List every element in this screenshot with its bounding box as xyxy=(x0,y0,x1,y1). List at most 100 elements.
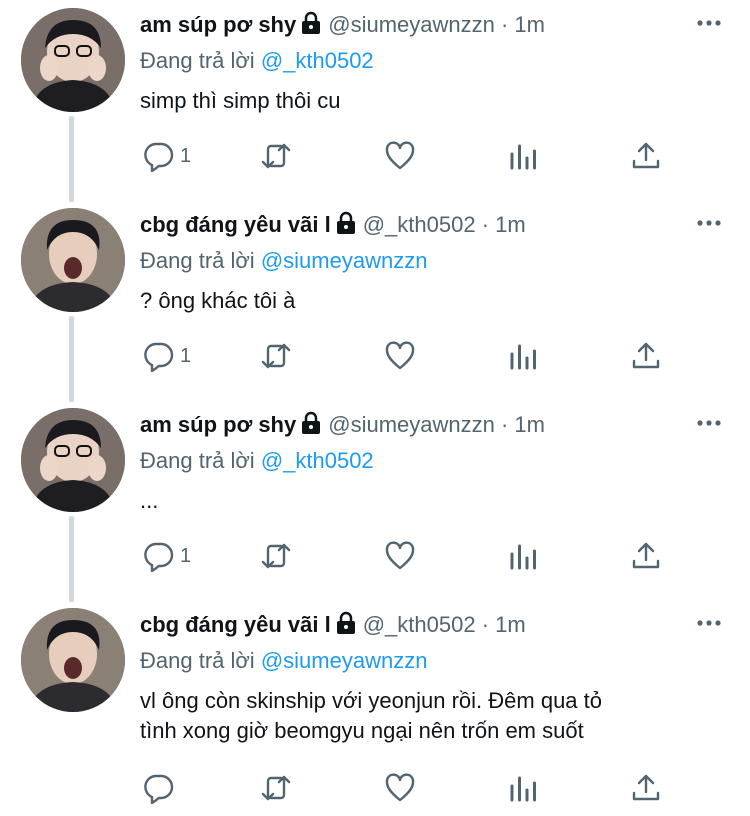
share-button[interactable] xyxy=(630,338,662,374)
action-bar: 1 xyxy=(140,538,680,574)
avatar[interactable] xyxy=(21,608,125,712)
mention-link[interactable]: @siumeyawnzzn xyxy=(261,648,428,673)
tweet-header: am súp pơ shy @siumeyawnzzn · 1m xyxy=(140,10,545,40)
replying-prefix: Đang trả lời xyxy=(140,448,261,473)
like-icon xyxy=(385,341,415,370)
reply-button[interactable] xyxy=(142,770,180,806)
share-button[interactable] xyxy=(630,138,662,174)
retweet-button[interactable] xyxy=(260,770,292,806)
tweet-text: vl ông còn skinship với yeonjun rồi. Đêm… xyxy=(140,686,730,746)
retweet-icon xyxy=(261,143,291,169)
reply-count: 1 xyxy=(180,144,192,167)
analytics-icon xyxy=(510,344,536,370)
like-button[interactable] xyxy=(384,770,416,806)
analytics-icon xyxy=(510,776,536,802)
tweet-header: cbg đáng yêu vãi l @_kth0502 · 1m xyxy=(140,610,526,640)
avatar[interactable] xyxy=(21,408,125,512)
separator-dot: · xyxy=(475,212,496,237)
reply-button[interactable]: 1 xyxy=(142,538,191,574)
display-name[interactable]: am súp pơ shy xyxy=(140,412,296,437)
avatar-image xyxy=(21,608,125,712)
reply-count: 1 xyxy=(180,544,192,567)
separator-dot: · xyxy=(494,412,515,437)
reply-icon xyxy=(144,542,174,572)
lock-icon xyxy=(336,611,355,634)
avatar[interactable] xyxy=(21,208,125,312)
avatar-image xyxy=(21,408,125,512)
share-button[interactable] xyxy=(630,770,662,806)
action-bar xyxy=(140,770,680,806)
reply-button[interactable]: 1 xyxy=(142,338,191,374)
tweet-text: ... xyxy=(140,488,159,513)
timestamp[interactable]: 1m xyxy=(495,212,526,237)
lock-icon xyxy=(336,211,355,234)
retweet-icon xyxy=(261,343,291,369)
tweet-header: am súp pơ shy @siumeyawnzzn · 1m xyxy=(140,410,545,440)
lock-icon xyxy=(302,411,321,434)
like-icon xyxy=(385,773,415,802)
share-icon xyxy=(632,774,660,801)
analytics-icon xyxy=(510,144,536,170)
tweet-header: cbg đáng yêu vãi l @_kth0502 · 1m xyxy=(140,210,526,240)
user-handle[interactable]: @_kth0502 xyxy=(363,212,476,237)
retweet-button[interactable] xyxy=(260,138,292,174)
more-icon[interactable] xyxy=(696,212,722,234)
more-icon[interactable] xyxy=(696,412,722,434)
display-name[interactable]: cbg đáng yêu vãi l xyxy=(140,612,331,637)
timestamp[interactable]: 1m xyxy=(514,12,545,37)
tweet-text: simp thì simp thôi cu xyxy=(140,88,341,113)
mention-link[interactable]: @_kth0502 xyxy=(261,48,374,73)
avatar-image xyxy=(21,8,125,112)
separator-dot: · xyxy=(494,12,515,37)
analytics-button[interactable] xyxy=(508,338,540,374)
analytics-button[interactable] xyxy=(508,138,540,174)
display-name[interactable]: am súp pơ shy xyxy=(140,12,296,37)
analytics-button[interactable] xyxy=(508,770,540,806)
tweet-text: ? ông khác tôi à xyxy=(140,288,296,313)
replying-prefix: Đang trả lời xyxy=(140,648,261,673)
like-icon xyxy=(385,541,415,570)
like-icon xyxy=(385,141,415,170)
tweet[interactable]: cbg đáng yêu vãi l @_kth0502 · 1m Đang tr… xyxy=(0,200,750,400)
replying-to: Đang trả lời @siumeyawnzzn xyxy=(140,246,427,276)
display-name[interactable]: cbg đáng yêu vãi l xyxy=(140,212,331,237)
tweet-text-line: tình xong giờ beomgyu ngại nên trốn em s… xyxy=(140,718,584,743)
reply-button[interactable]: 1 xyxy=(142,138,191,174)
more-icon[interactable] xyxy=(696,612,722,634)
share-icon xyxy=(632,142,660,169)
avatar[interactable] xyxy=(21,8,125,112)
timestamp[interactable]: 1m xyxy=(495,612,526,637)
retweet-icon xyxy=(261,543,291,569)
lock-icon xyxy=(302,11,321,34)
analytics-button[interactable] xyxy=(508,538,540,574)
share-icon xyxy=(632,342,660,369)
user-handle[interactable]: @_kth0502 xyxy=(363,612,476,637)
reply-count: 1 xyxy=(180,344,192,367)
tweet[interactable]: cbg đáng yêu vãi l @_kth0502 · 1m Đang tr… xyxy=(0,600,750,816)
timestamp[interactable]: 1m xyxy=(514,412,545,437)
replying-prefix: Đang trả lời xyxy=(140,48,261,73)
retweet-icon xyxy=(261,775,291,801)
tweet[interactable]: am súp pơ shy @siumeyawnzzn · 1m Đang trả… xyxy=(0,400,750,600)
reply-icon xyxy=(144,142,174,172)
avatar-image xyxy=(21,208,125,312)
user-handle[interactable]: @siumeyawnzzn xyxy=(328,12,495,37)
analytics-icon xyxy=(510,544,536,570)
share-button[interactable] xyxy=(630,538,662,574)
user-handle[interactable]: @siumeyawnzzn xyxy=(328,412,495,437)
like-button[interactable] xyxy=(384,538,416,574)
replying-to: Đang trả lời @siumeyawnzzn xyxy=(140,646,427,676)
replying-to: Đang trả lời @_kth0502 xyxy=(140,46,374,76)
retweet-button[interactable] xyxy=(260,538,292,574)
mention-link[interactable]: @siumeyawnzzn xyxy=(261,248,428,273)
retweet-button[interactable] xyxy=(260,338,292,374)
replying-prefix: Đang trả lời xyxy=(140,248,261,273)
action-bar: 1 xyxy=(140,138,680,174)
mention-link[interactable]: @_kth0502 xyxy=(261,448,374,473)
tweet[interactable]: am súp pơ shy @siumeyawnzzn · 1m Đang trả… xyxy=(0,0,750,200)
like-button[interactable] xyxy=(384,138,416,174)
replying-to: Đang trả lời @_kth0502 xyxy=(140,446,374,476)
reply-icon xyxy=(144,342,174,372)
more-icon[interactable] xyxy=(696,12,722,34)
like-button[interactable] xyxy=(384,338,416,374)
